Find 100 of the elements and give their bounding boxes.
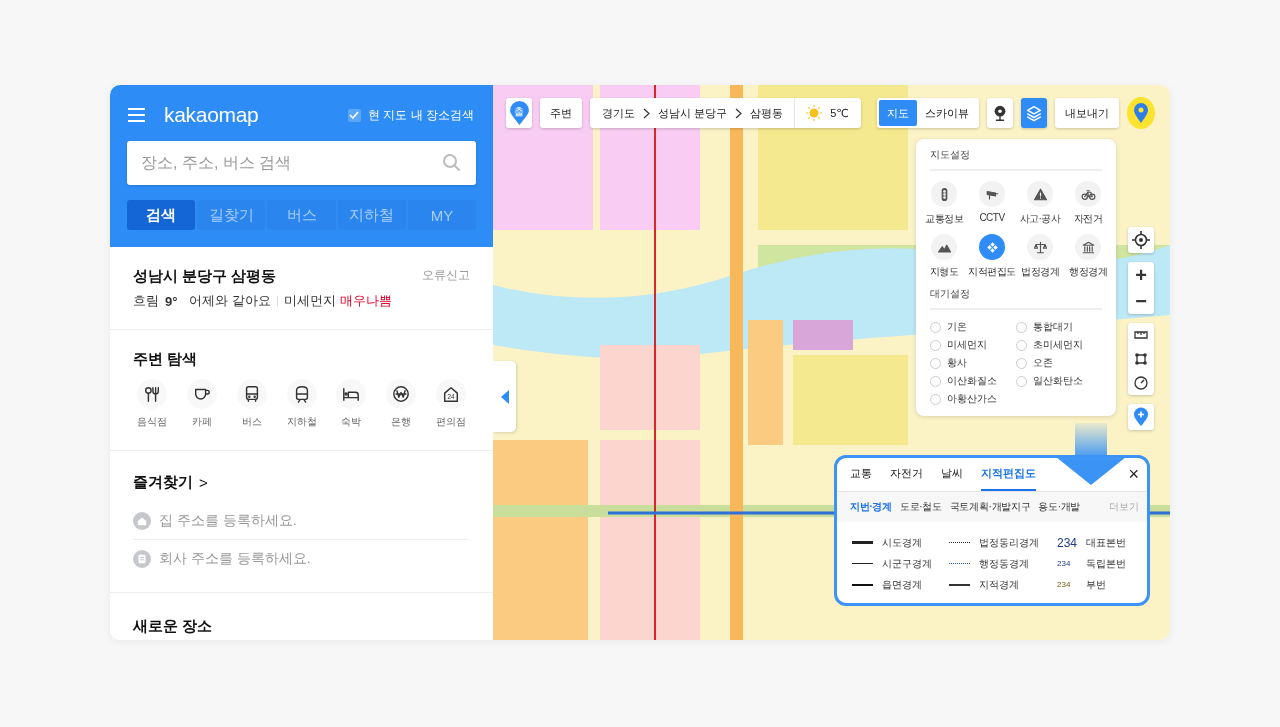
radio-label[interactable]: 아황산가스 [947,392,997,406]
sun-icon [806,105,823,121]
bank-building-icon [1080,239,1096,255]
legend-tab[interactable]: 자전거 [890,458,923,491]
radio-button[interactable] [930,357,941,369]
category-button[interactable] [236,379,267,409]
breadcrumb-item[interactable]: 경기도 [602,105,636,121]
layer-toggle[interactable] [1027,234,1053,260]
diamond-pattern-icon [984,239,1000,255]
ruler-icon[interactable] [1134,330,1148,340]
weather-status: 흐림 [133,292,159,310]
chevron-icon [735,107,743,119]
location-pin-icon[interactable] [1133,102,1149,124]
checkmark-icon[interactable] [349,111,360,119]
layer-label: 사고·공사 [1019,212,1061,226]
radio-label[interactable]: 통합대기 [1033,320,1073,334]
line-sample [852,563,873,564]
legend-label: 독립본번 [1086,556,1126,571]
map-type-tab[interactable]: 스카이뷰 [916,100,977,126]
legend-subtab[interactable]: 용도·개발 [1038,500,1081,514]
dial-icon[interactable] [1134,376,1148,390]
won-coin-icon [392,385,411,403]
breadcrumb-item[interactable]: 삼평동 [750,105,784,121]
triangle-left-icon[interactable] [500,389,509,404]
layer-toggle[interactable] [931,181,957,207]
category-button[interactable] [136,379,167,409]
layer-label: 자전거 [1073,212,1103,226]
layer-label: 지형도 [929,265,959,279]
search-field[interactable]: 장소, 주소, 버스 검색 [127,141,476,185]
layer-toggle[interactable] [979,234,1005,260]
layer-toggle[interactable] [979,181,1005,207]
layer-label: 지적편집도 [968,265,1016,279]
radio-button[interactable] [1016,339,1027,351]
panel-title: 지도설정 [930,148,971,162]
legend-subtab[interactable]: 지번·경계 [850,500,892,514]
temperature: 9° [165,293,178,309]
layer-label: 법정경계 [1021,265,1059,279]
arrow [1056,423,1126,485]
radio-label[interactable]: 초미세먼지 [1033,338,1083,352]
section-title[interactable]: 즐겨찾기 [133,473,193,492]
temperature: 5℃ [830,106,849,120]
radio-button[interactable] [1016,357,1027,369]
category-label: 카페 [191,415,212,429]
section-title: 새로운 장소 [133,617,213,634]
add-pin-icon[interactable] [1133,407,1149,427]
chevron-icon[interactable]: > [199,474,208,491]
layer-toggle[interactable] [1027,181,1053,207]
nav-tab[interactable]: 검색 [127,200,196,230]
layer-label: 행정경계 [1069,265,1107,279]
legend-label: 읍면경계 [882,577,922,592]
layers-button[interactable] [1020,98,1048,128]
legend-label: 지적경계 [979,577,1019,592]
category-label: 은행 [391,415,412,429]
category-button[interactable] [286,379,317,409]
legend-tab[interactable]: 교통 [850,458,872,491]
layer-toggle[interactable] [1075,234,1101,260]
fork-spoon-icon [142,385,161,403]
radio-label[interactable]: 황사 [947,356,967,370]
square-nodes-icon[interactable] [1134,352,1148,366]
layer-toggle[interactable] [931,234,957,260]
export-button[interactable]: 내보내기 [1055,98,1120,128]
legend-tab[interactable]: 날씨 [941,458,963,491]
breadcrumb-item[interactable]: 성남시 분당구 [658,105,728,121]
radio-label[interactable]: 미세먼지 [947,338,987,352]
legend-label: 시도경계 [882,535,922,550]
radio-button[interactable] [930,375,941,387]
zoom-out-button[interactable]: − [1128,288,1154,314]
radio-button[interactable] [930,321,941,333]
layer-label: CCTV [979,212,1005,223]
category-button[interactable] [336,379,367,409]
radio-button[interactable] [1016,321,1027,333]
radio-button[interactable] [930,339,941,351]
category-label: 지하철 [286,415,317,429]
legend-subtab[interactable]: 도로·철도 [899,500,942,514]
legend-label: 부번 [1086,577,1106,592]
radio-label[interactable]: 기온 [947,320,967,334]
number-sample: 234 [1057,559,1072,568]
radio-button[interactable] [930,393,941,405]
menu-icon[interactable] [128,108,145,122]
category-label: 음식점 [136,415,167,429]
legend-subtab[interactable]: 국토계획·개발지구 [949,500,1031,514]
close-button[interactable]: × [1128,458,1139,491]
roadview-button[interactable] [986,98,1013,128]
nearby-button[interactable]: 주변 [540,98,583,128]
radio-label[interactable]: 일산화탄소 [1033,374,1083,388]
add-pin-button[interactable] [1128,404,1154,430]
category-label: 편의점 [436,415,467,429]
panel-title: 대기설정 [930,287,971,301]
zoom-in-button[interactable]: + [1128,262,1154,288]
section-title: 주변 탐색 [133,350,198,367]
category-button[interactable] [386,379,417,409]
radio-label[interactable]: 이산화질소 [947,374,997,388]
fine-dust-label: 미세먼지 [284,292,337,310]
radio-button[interactable] [1016,375,1027,387]
radio-label[interactable]: 오존 [1033,356,1053,370]
layer-toggle[interactable] [1075,181,1101,207]
line-sample [949,583,970,586]
collapse-panel-button[interactable] [493,361,516,432]
category-button[interactable] [186,379,217,409]
line-sample [949,542,970,543]
